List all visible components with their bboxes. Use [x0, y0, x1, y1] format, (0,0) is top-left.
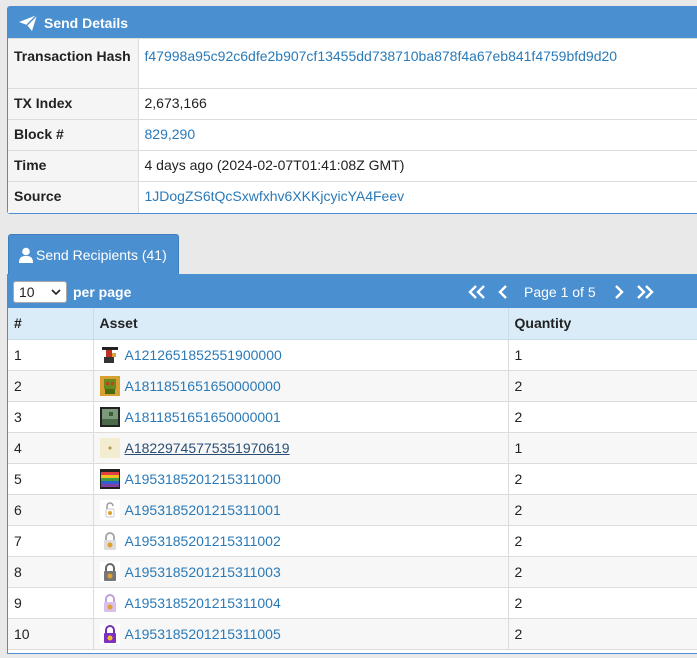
- quantity-value: 2: [508, 618, 697, 650]
- pixel-art-icon: [99, 344, 120, 365]
- label-time: Time: [8, 150, 139, 182]
- pagination: Page 1 of 5: [464, 275, 658, 308]
- asset-link[interactable]: A1811851651650000001: [125, 409, 281, 425]
- time-value: 4 days ago (2024-02-07T01:41:08Z GMT): [138, 150, 697, 182]
- details-row-source: Source 1JDogZS6tQcSxwfxhv6XKKjcyicYA4Fee…: [8, 181, 697, 213]
- lock-icon: [99, 499, 120, 520]
- label-source: Source: [8, 181, 139, 213]
- recipients-table: # Asset Quantity 1 A1212651852551900000 …: [8, 308, 697, 650]
- details-table: Transaction Hash f47998a95c92c6dfe2b907c…: [8, 38, 697, 213]
- row-number: 5: [8, 463, 94, 495]
- table-row: 9 A1953185201215311004 2: [8, 587, 697, 619]
- paper-plane-icon: [19, 13, 38, 31]
- asset-link[interactable]: A1953185201215311004: [125, 595, 281, 611]
- row-number: 7: [8, 525, 94, 557]
- quantity-value: 2: [508, 587, 697, 619]
- user-icon: [19, 247, 33, 263]
- table-row: 5 A1953185201215311000 2: [8, 463, 697, 495]
- quantity-value: 1: [508, 339, 697, 371]
- row-number: 4: [8, 432, 94, 464]
- recipients-toolbar: 10 per page Page 1 of 5: [8, 275, 697, 308]
- pixel-art-icon: [99, 406, 120, 427]
- quantity-value: 2: [508, 494, 697, 526]
- last-page-button[interactable]: [632, 280, 658, 304]
- next-page-button[interactable]: [606, 280, 632, 304]
- table-header-row: # Asset Quantity: [8, 308, 697, 340]
- lock-icon: [99, 561, 120, 582]
- column-header-quantity[interactable]: Quantity: [508, 308, 697, 340]
- details-row-block: Block # 829,290: [8, 119, 697, 151]
- row-number: 6: [8, 494, 94, 526]
- pixel-art-icon: [99, 375, 120, 396]
- per-page-label: per page: [73, 283, 132, 300]
- row-number: 1: [8, 339, 94, 371]
- double-chevron-left-icon: [468, 284, 485, 299]
- stripes-icon: [99, 468, 120, 489]
- send-details-title: Send Details: [44, 14, 129, 31]
- lock-icon: [99, 592, 120, 613]
- tab-send-recipients[interactable]: Send Recipients (41): [8, 234, 179, 274]
- details-row-hash: Transaction Hash f47998a95c92c6dfe2b907c…: [8, 38, 697, 89]
- column-header-number[interactable]: #: [8, 308, 94, 340]
- tx-index-value: 2,673,166: [138, 88, 697, 120]
- recipients-panel: 10 per page Page 1 of 5 # Asset Quantity…: [7, 274, 697, 654]
- label-transaction-hash: Transaction Hash: [8, 38, 139, 89]
- dot-icon: [99, 437, 120, 458]
- row-number: 8: [8, 556, 94, 588]
- page-size-value: 10: [19, 283, 35, 300]
- row-number: 2: [8, 370, 94, 402]
- label-tx-index: TX Index: [8, 88, 139, 120]
- chevron-down-icon: [51, 288, 61, 295]
- details-row-tx-index: TX Index 2,673,166: [8, 88, 697, 120]
- quantity-value: 1: [508, 432, 697, 464]
- asset-link[interactable]: A1953185201215311001: [125, 502, 281, 518]
- asset-link[interactable]: A1953185201215311003: [125, 564, 281, 580]
- table-row: 2 A1811851651650000000 2: [8, 370, 697, 402]
- table-row: 10 A1953185201215311005 2: [8, 618, 697, 650]
- source-address-link[interactable]: 1JDogZS6tQcSxwfxhv6XKKjcyicYA4Feev: [145, 188, 405, 204]
- quantity-value: 2: [508, 525, 697, 557]
- row-number: 3: [8, 401, 94, 433]
- page-indicator: Page 1 of 5: [524, 283, 596, 300]
- send-details-header: Send Details: [8, 7, 697, 38]
- first-page-button[interactable]: [464, 280, 490, 304]
- lock-icon: [99, 530, 120, 551]
- asset-link[interactable]: A1953185201215311005: [125, 626, 281, 642]
- quantity-value: 2: [508, 556, 697, 588]
- asset-link[interactable]: A1953185201215311000: [125, 471, 281, 487]
- details-row-time: Time 4 days ago (2024-02-07T01:41:08Z GM…: [8, 150, 697, 182]
- send-details-panel: Send Details Transaction Hash f47998a95c…: [7, 6, 697, 214]
- asset-link[interactable]: A1953185201215311002: [125, 533, 281, 549]
- table-row: 3 A1811851651650000001 2: [8, 401, 697, 433]
- asset-link[interactable]: A1212651852551900000: [125, 347, 282, 363]
- quantity-value: 2: [508, 401, 697, 433]
- chevron-right-icon: [614, 284, 624, 299]
- table-row: 1 A1212651852551900000 1: [8, 339, 697, 371]
- prev-page-button[interactable]: [490, 280, 516, 304]
- table-row: 8 A1953185201215311003 2: [8, 556, 697, 588]
- table-row: 7 A1953185201215311002 2: [8, 525, 697, 557]
- quantity-value: 2: [508, 370, 697, 402]
- block-link[interactable]: 829,290: [145, 126, 196, 142]
- column-header-asset[interactable]: Asset: [93, 308, 509, 340]
- chevron-left-icon: [498, 284, 507, 299]
- asset-link[interactable]: A1811851651650000000: [125, 378, 281, 394]
- table-row: 4 A18229745775351970619 1: [8, 432, 697, 464]
- double-chevron-right-icon: [636, 284, 654, 299]
- row-number: 10: [8, 618, 94, 650]
- quantity-value: 2: [508, 463, 697, 495]
- lock-icon: [99, 623, 120, 644]
- transaction-hash-link[interactable]: f47998a95c92c6dfe2b907cf13455dd738710ba8…: [145, 48, 618, 64]
- tab-send-recipients-label: Send Recipients (41): [36, 246, 167, 263]
- row-number: 9: [8, 587, 94, 619]
- page-size-select[interactable]: 10: [13, 280, 67, 303]
- asset-link[interactable]: A18229745775351970619: [125, 440, 290, 456]
- label-block: Block #: [8, 119, 139, 151]
- table-row: 6 A1953185201215311001 2: [8, 494, 697, 526]
